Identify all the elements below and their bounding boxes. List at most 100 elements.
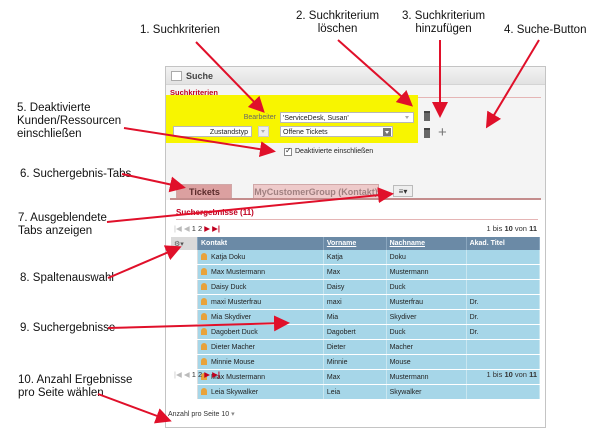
table-row[interactable]: Max Mustermann Max Mustermann [171, 264, 541, 280]
zustandstyp-dropdown-icon[interactable] [258, 126, 269, 137]
row-select-cell[interactable] [171, 339, 198, 355]
zustandstyp-select[interactable]: Zustandstyp [173, 126, 252, 137]
column-header-vorname[interactable]: Vorname [323, 237, 387, 250]
page-numbers[interactable]: 1 2 [192, 224, 202, 233]
table-row[interactable]: Mia Skydiver Mia Skydiver Dr. [171, 309, 541, 325]
cell-kontakt[interactable]: Max Mustermann [197, 264, 324, 280]
callout-line: löschen [317, 23, 358, 35]
page-numbers[interactable]: 1 2 [192, 370, 202, 379]
row-select-cell[interactable] [171, 294, 198, 310]
cell-kontakt[interactable]: Minnie Mouse [197, 354, 324, 370]
table-row[interactable]: Katja Doku Katja Doku [171, 250, 541, 265]
cell-kontakt-text[interactable]: maxi Musterfrau [211, 299, 261, 306]
panel-title: Suche [186, 70, 214, 81]
table-row[interactable]: Dieter Macher Dieter Macher [171, 339, 541, 355]
count-of: von [514, 370, 527, 379]
prev-page-icon[interactable]: ◀ [184, 224, 190, 233]
callout-line: Tabs anzeigen [18, 225, 93, 237]
person-icon [201, 313, 207, 320]
results-title: Suchergebnisse (11) [176, 208, 254, 217]
prev-page-icon[interactable]: ◀ [184, 370, 190, 379]
cell-kontakt[interactable]: Daisy Duck [197, 279, 324, 295]
cell-vorname: Daisy [323, 279, 387, 295]
per-page-value[interactable]: 10 [221, 411, 229, 418]
table-row[interactable]: Daisy Duck Daisy Duck [171, 279, 541, 295]
cell-kontakt-text[interactable]: Daisy Duck [211, 284, 246, 291]
cell-titel [466, 264, 541, 280]
cell-nachname: Mustermann [386, 264, 467, 280]
zustand-value-field[interactable]: Offene Tickets [280, 126, 393, 137]
table-row[interactable]: Dagobert Duck Dagobert Duck Dr. [171, 324, 541, 340]
per-page-selector[interactable]: Anzahl pro Seite 10 ▾ [168, 410, 235, 418]
first-page-icon[interactable]: |◀ [174, 370, 182, 379]
row-select-cell[interactable] [171, 264, 198, 280]
column-chooser-button[interactable]: ⚙▾ [171, 237, 198, 250]
tab-tickets[interactable]: Tickets [176, 184, 232, 198]
cell-nachname: Duck [386, 279, 467, 295]
table-header-row: ⚙▾ Kontakt Vorname Nachname Akad. Titel [171, 237, 541, 250]
row-select-cell[interactable] [171, 354, 198, 370]
table-row[interactable]: maxi Musterfrau maxi Musterfrau Dr. [171, 294, 541, 310]
zustandstyp-label: Zustandstyp [209, 129, 248, 136]
row-select-cell[interactable] [171, 279, 198, 295]
person-icon [201, 358, 207, 365]
chevron-down-icon[interactable]: ▾ [231, 411, 235, 418]
callout-spaltenauswahl: 8. Spaltenauswahl [20, 272, 114, 284]
row-select-cell[interactable] [171, 250, 198, 265]
pager-top: |◀ ◀ 1 2 ▶ ▶| [174, 224, 220, 233]
count-mid: 10 [504, 224, 513, 233]
cell-kontakt[interactable]: Katja Doku [197, 250, 324, 265]
last-page-icon[interactable]: ▶| [212, 224, 220, 233]
gear-icon[interactable]: ⚙▾ [174, 241, 184, 248]
tab-mycustomergroup[interactable]: MyCustomerGroup (Kontakt) [253, 184, 379, 198]
bearbeiter-field[interactable]: 'ServiceDesk, Susan' [280, 112, 414, 123]
cell-nachname: Doku [386, 250, 467, 265]
callout-line: 3. Suchkriterium [402, 10, 486, 22]
cell-vorname: Max [323, 264, 387, 280]
first-page-icon[interactable]: |◀ [174, 224, 182, 233]
cell-titel [466, 279, 541, 295]
deaktivierte-checkbox[interactable] [284, 146, 292, 156]
cell-kontakt-text[interactable]: Mia Skydiver [211, 314, 251, 321]
cell-kontakt[interactable]: Mia Skydiver [197, 309, 324, 325]
cell-vorname: Dagobert [323, 324, 387, 340]
table-row[interactable]: Max Mustermann Max Mustermann [171, 369, 541, 385]
cell-titel [466, 354, 541, 370]
cell-kontakt[interactable]: Leia Skywalker [197, 384, 324, 400]
column-header-kontakt[interactable]: Kontakt [197, 237, 324, 250]
next-page-icon[interactable]: ▶ [204, 224, 210, 233]
results-divider [176, 219, 538, 220]
search-window-icon [171, 70, 182, 81]
table-row[interactable]: Leia Skywalker Leia Skywalker [171, 384, 541, 400]
zustand-value: Offene Tickets [283, 129, 328, 136]
plus-icon[interactable]: + [438, 125, 447, 140]
table-row[interactable]: Minnie Mouse Minnie Mouse [171, 354, 541, 370]
row-select-cell[interactable] [171, 384, 198, 400]
hidden-tabs-menu-button[interactable]: ≡▾ [393, 185, 413, 197]
cell-kontakt-text[interactable]: Dieter Macher [211, 344, 255, 351]
trash-icon[interactable] [424, 111, 430, 121]
last-page-icon[interactable]: ▶| [212, 370, 220, 379]
person-icon [201, 388, 207, 395]
cell-kontakt[interactable]: maxi Musterfrau [197, 294, 324, 310]
cell-nachname: Musterfrau [386, 294, 467, 310]
row-select-cell[interactable] [171, 324, 198, 340]
cell-nachname: Mustermann [386, 369, 467, 385]
cell-titel [466, 250, 541, 265]
cell-kontakt[interactable]: Dieter Macher [197, 339, 324, 355]
cell-kontakt-text[interactable]: Dagobert Duck [211, 329, 258, 336]
trash-icon[interactable] [424, 128, 430, 138]
column-header-nachname[interactable]: Nachname [386, 237, 467, 250]
cell-kontakt-text[interactable]: Leia Skywalker [211, 389, 258, 396]
row-select-cell[interactable] [171, 309, 198, 325]
cell-kontakt-text[interactable]: Max Mustermann [211, 269, 265, 276]
search-panel: Suche Suchkriterien Bearbeiter 'ServiceD… [165, 66, 546, 428]
cell-kontakt-text[interactable]: Minnie Mouse [211, 359, 255, 366]
column-header-titel[interactable]: Akad. Titel [466, 237, 541, 250]
callout-kriterium-hinzufuegen: 3. Suchkriterium hinzufügen [402, 10, 485, 36]
cell-kontakt-text[interactable]: Katja Doku [211, 254, 245, 261]
next-page-icon[interactable]: ▶ [204, 370, 210, 379]
cell-kontakt[interactable]: Dagobert Duck [197, 324, 324, 340]
chevron-down-icon[interactable] [403, 113, 412, 122]
chevron-down-icon[interactable] [383, 128, 391, 136]
